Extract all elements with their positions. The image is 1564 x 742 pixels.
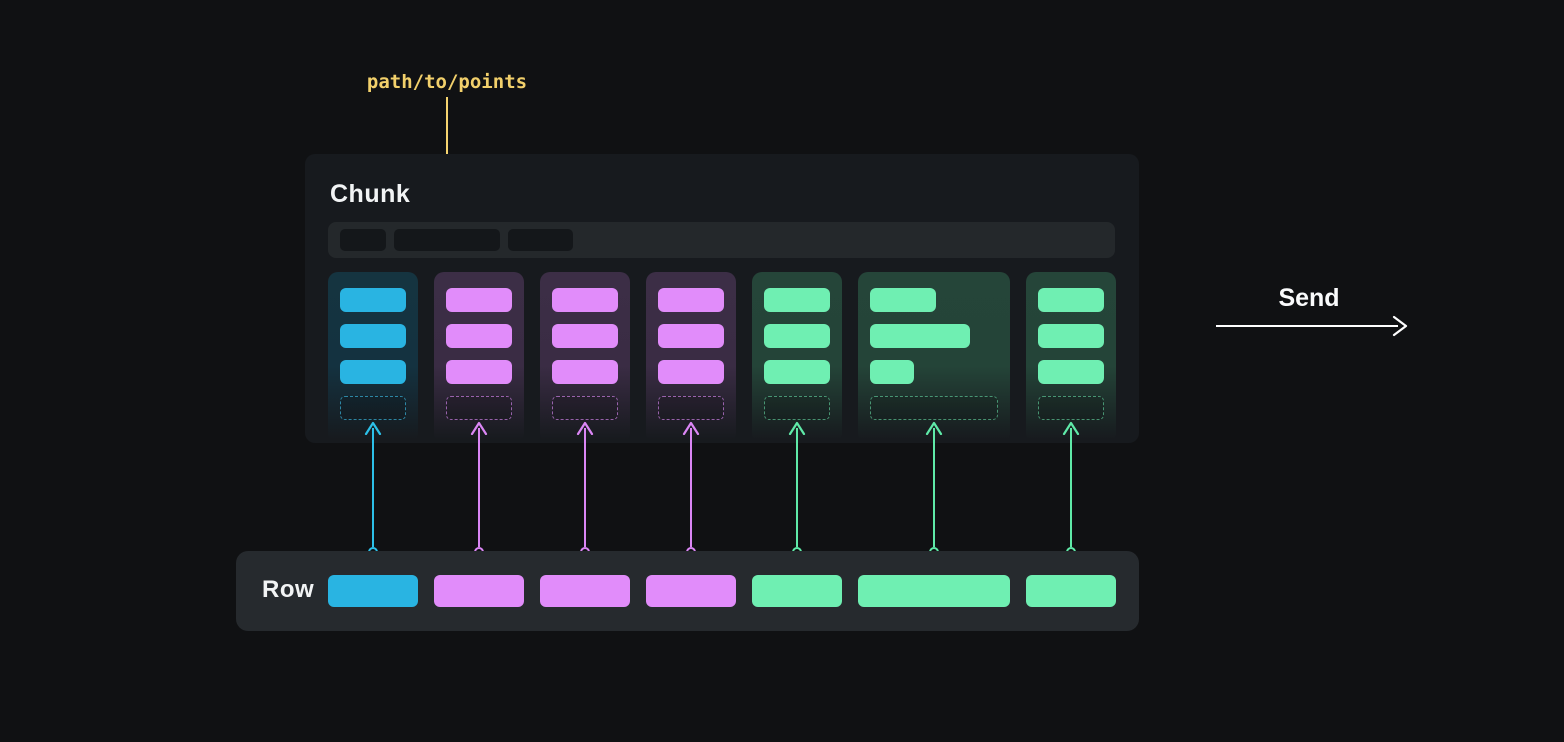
chunk-column-col-2 bbox=[434, 272, 524, 443]
chunk-column-col-4 bbox=[646, 272, 736, 443]
placeholder-slot bbox=[658, 396, 724, 420]
row-block bbox=[434, 575, 524, 607]
row-block bbox=[858, 575, 1010, 607]
send-label: Send bbox=[1278, 284, 1339, 313]
chunk-cell-block bbox=[552, 324, 618, 348]
flow-arrow-line bbox=[796, 428, 798, 547]
row-block bbox=[646, 575, 736, 607]
chunk-cell-block bbox=[340, 288, 406, 312]
placeholder-slot bbox=[446, 396, 512, 420]
chunk-cell-block bbox=[446, 288, 512, 312]
flow-arrow-line bbox=[690, 428, 692, 547]
chunk-cell-block bbox=[658, 360, 724, 384]
placeholder-slot bbox=[340, 396, 406, 420]
row-label: Row bbox=[262, 576, 314, 604]
arrow-up-icon bbox=[925, 421, 943, 435]
chunk-toolbar bbox=[328, 222, 1115, 258]
arrow-right-icon bbox=[1392, 315, 1408, 337]
send-arrow-line bbox=[1216, 325, 1398, 327]
chunk-cell-block bbox=[764, 324, 830, 348]
row-block bbox=[1026, 575, 1116, 607]
chunk-cell-block bbox=[764, 288, 830, 312]
chunk-cell-block bbox=[340, 324, 406, 348]
arrow-up-icon bbox=[470, 421, 488, 435]
chunk-cell-block bbox=[446, 360, 512, 384]
chunk-column-col-6 bbox=[858, 272, 1010, 443]
chunk-column-col-5 bbox=[752, 272, 842, 443]
arrow-up-icon bbox=[364, 421, 382, 435]
row-block bbox=[752, 575, 842, 607]
chunk-cell-block bbox=[1038, 360, 1104, 384]
placeholder-slot bbox=[870, 396, 998, 420]
chunk-cell-block bbox=[658, 288, 724, 312]
chunk-cell-block bbox=[870, 360, 914, 384]
toolbar-pill bbox=[340, 229, 386, 251]
path-annotation-label: path/to/points bbox=[367, 71, 527, 93]
placeholder-slot bbox=[1038, 396, 1104, 420]
arrow-up-icon bbox=[1062, 421, 1080, 435]
chunk-cell-block bbox=[870, 324, 970, 348]
chunk-cell-block bbox=[870, 288, 936, 312]
chunk-column-col-1 bbox=[328, 272, 418, 443]
chunk-title: Chunk bbox=[330, 180, 410, 209]
chunk-cell-block bbox=[658, 324, 724, 348]
flow-arrow-line bbox=[478, 428, 480, 547]
chunk-column-col-7 bbox=[1026, 272, 1116, 443]
chunk-cell-block bbox=[340, 360, 406, 384]
chunk-cell-block bbox=[1038, 324, 1104, 348]
toolbar-pill bbox=[394, 229, 500, 251]
row-block bbox=[328, 575, 418, 607]
arrow-up-icon bbox=[682, 421, 700, 435]
chunk-cell-block bbox=[1038, 288, 1104, 312]
chunk-cell-block bbox=[764, 360, 830, 384]
placeholder-slot bbox=[764, 396, 830, 420]
arrow-up-icon bbox=[788, 421, 806, 435]
chunk-cell-block bbox=[552, 288, 618, 312]
flow-arrow-line bbox=[933, 428, 935, 547]
row-block bbox=[540, 575, 630, 607]
chunk-column-col-3 bbox=[540, 272, 630, 443]
arrow-up-icon bbox=[576, 421, 594, 435]
flow-arrow-line bbox=[584, 428, 586, 547]
placeholder-slot bbox=[552, 396, 618, 420]
chunk-panel: Chunk bbox=[305, 154, 1139, 443]
chunk-cell-block bbox=[552, 360, 618, 384]
toolbar-pill bbox=[508, 229, 573, 251]
flow-arrow-line bbox=[372, 428, 374, 547]
chunk-cell-block bbox=[446, 324, 512, 348]
diagram-canvas: path/to/points Chunk Row Send bbox=[0, 0, 1564, 742]
flow-arrow-line bbox=[1070, 428, 1072, 547]
